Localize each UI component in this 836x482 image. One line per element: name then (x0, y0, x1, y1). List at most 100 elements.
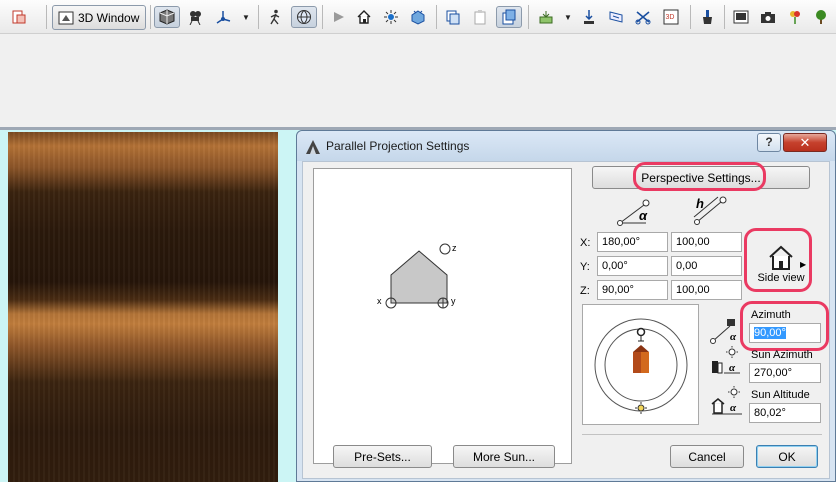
sun-altitude-label: Sun Altitude (751, 389, 810, 401)
x-angle-field[interactable]: 180,00° (597, 232, 668, 252)
z-row-label: Z: (580, 285, 590, 297)
z-length-value: 100,00 (676, 284, 710, 296)
render-icon[interactable] (535, 6, 557, 28)
layout-icon[interactable] (8, 6, 30, 28)
cancel-button[interactable]: Cancel (670, 445, 744, 468)
3d-box-icon[interactable]: 3D (660, 6, 682, 28)
ok-button[interactable]: OK (756, 445, 818, 468)
y-axis-label: y (451, 296, 456, 306)
toolbar-separator (528, 5, 529, 29)
help-button[interactable]: ? (757, 133, 781, 152)
angle-header-label: α (639, 208, 648, 223)
sun-position-box (582, 304, 699, 425)
z-axis-handle (439, 243, 451, 255)
angle-header-icon (617, 199, 650, 226)
chevron-down-icon[interactable]: ▼ (562, 6, 574, 28)
toolbar-separator (258, 5, 259, 29)
y-length-value: 0,00 (676, 260, 698, 272)
copy-icon[interactable] (442, 6, 464, 28)
sun-position-icon (637, 404, 645, 412)
camera-position-icon (636, 327, 646, 337)
length-header-label: h (696, 196, 704, 211)
globe-icon[interactable] (291, 6, 317, 28)
svg-text:3D: 3D (666, 14, 675, 21)
photo-icon[interactable] (757, 6, 779, 28)
parallel-projection-dialog: Parallel Projection Settings ? ✕ z x y P… (296, 130, 836, 482)
toolbar-separator (46, 5, 47, 29)
svg-text:α: α (730, 331, 737, 343)
azimuth-label: Azimuth (751, 309, 791, 321)
tree-icon[interactable] (810, 6, 832, 28)
3d-window-label: 3D Window (78, 10, 140, 25)
archicad-logo-icon (306, 140, 320, 154)
y-row-label: Y: (580, 261, 590, 273)
ok-label: OK (778, 449, 796, 464)
walk-icon[interactable] (264, 6, 286, 28)
sun-altitude-field[interactable]: 80,02° (749, 403, 821, 423)
more-sun-button[interactable]: More Sun... (453, 445, 555, 468)
toolbar-separator (724, 5, 725, 29)
sun-azimuth-icon: α (712, 346, 740, 374)
image-icon[interactable] (730, 6, 752, 28)
separator (582, 434, 822, 435)
azimuth-value: 90,00° (754, 327, 786, 339)
x-length-value: 100,00 (676, 236, 710, 248)
y-angle-value: 0,00° (602, 260, 628, 272)
window-icon (58, 11, 74, 24)
z-angle-value: 90,00° (602, 284, 634, 296)
more-sun-label: More Sun... (472, 449, 536, 464)
svg-text:α: α (730, 402, 737, 414)
house-icon (769, 245, 793, 270)
x-axis-label: x (377, 296, 382, 306)
azimuth-field[interactable]: 90,00° (749, 323, 821, 343)
triangle-right-icon[interactable]: ▶ (800, 260, 806, 269)
toolbar: 3D Window ▼ ▼ 3D (0, 0, 836, 34)
presets-button[interactable]: Pre-Sets... (333, 445, 432, 468)
toolbar-separator (150, 5, 151, 29)
svg-text:α: α (729, 362, 736, 374)
y-length-field[interactable]: 0,00 (671, 256, 742, 276)
sun-icon[interactable] (380, 6, 402, 28)
side-view-label: Side view (757, 272, 805, 284)
arrow-icon[interactable] (328, 6, 350, 28)
dialog-title: Parallel Projection Settings (326, 139, 470, 153)
toolbar-separator (436, 5, 437, 29)
presets-label: Pre-Sets... (354, 449, 411, 464)
camera-icon[interactable] (184, 6, 206, 28)
dialog-titlebar[interactable]: Parallel Projection Settings ? ✕ (297, 131, 835, 161)
3d-wood-render (8, 132, 278, 482)
paste-icon[interactable] (469, 6, 491, 28)
perspective-icon[interactable] (605, 6, 627, 28)
house-icon[interactable] (353, 6, 375, 28)
toolbar-separator (322, 5, 323, 29)
sun-position-diagram[interactable] (583, 305, 698, 424)
toolbar-separator (690, 5, 691, 29)
chevron-down-icon[interactable]: ▼ (240, 6, 252, 28)
dialog-body: z x y Perspective Settings... α h X: 180… (302, 161, 830, 479)
cube-icon[interactable] (154, 6, 180, 28)
perspective-settings-button[interactable]: Perspective Settings... (592, 166, 810, 189)
z-angle-field[interactable]: 90,00° (597, 280, 668, 300)
dropper-icon[interactable] (578, 6, 600, 28)
y-angle-field[interactable]: 0,00° (597, 256, 668, 276)
projection-preview: z x y (313, 168, 572, 464)
z-length-field[interactable]: 100,00 (671, 280, 742, 300)
sun-altitude-icon: α (711, 386, 742, 415)
sun-azimuth-field[interactable]: 270,00° (749, 363, 821, 383)
azimuth-icon: α (710, 319, 737, 344)
flower-icon[interactable] (784, 6, 806, 28)
x-length-field[interactable]: 100,00 (671, 232, 742, 252)
z-axis-label: z (452, 243, 457, 253)
axis-icon[interactable] (212, 6, 234, 28)
x-angle-value: 180,00° (602, 236, 641, 248)
scissors-icon[interactable] (632, 6, 654, 28)
crystal-icon[interactable] (407, 6, 429, 28)
perspective-settings-label: Perspective Settings... (641, 170, 761, 185)
3d-window-button[interactable]: 3D Window (52, 5, 146, 30)
stack-icon[interactable] (496, 6, 522, 28)
close-button[interactable]: ✕ (783, 133, 827, 152)
editor-blank-area (0, 35, 836, 127)
sun-azimuth-value: 270,00° (754, 367, 793, 379)
projection-preview-drawing: z x y (377, 243, 457, 309)
brush-icon[interactable] (696, 6, 718, 28)
